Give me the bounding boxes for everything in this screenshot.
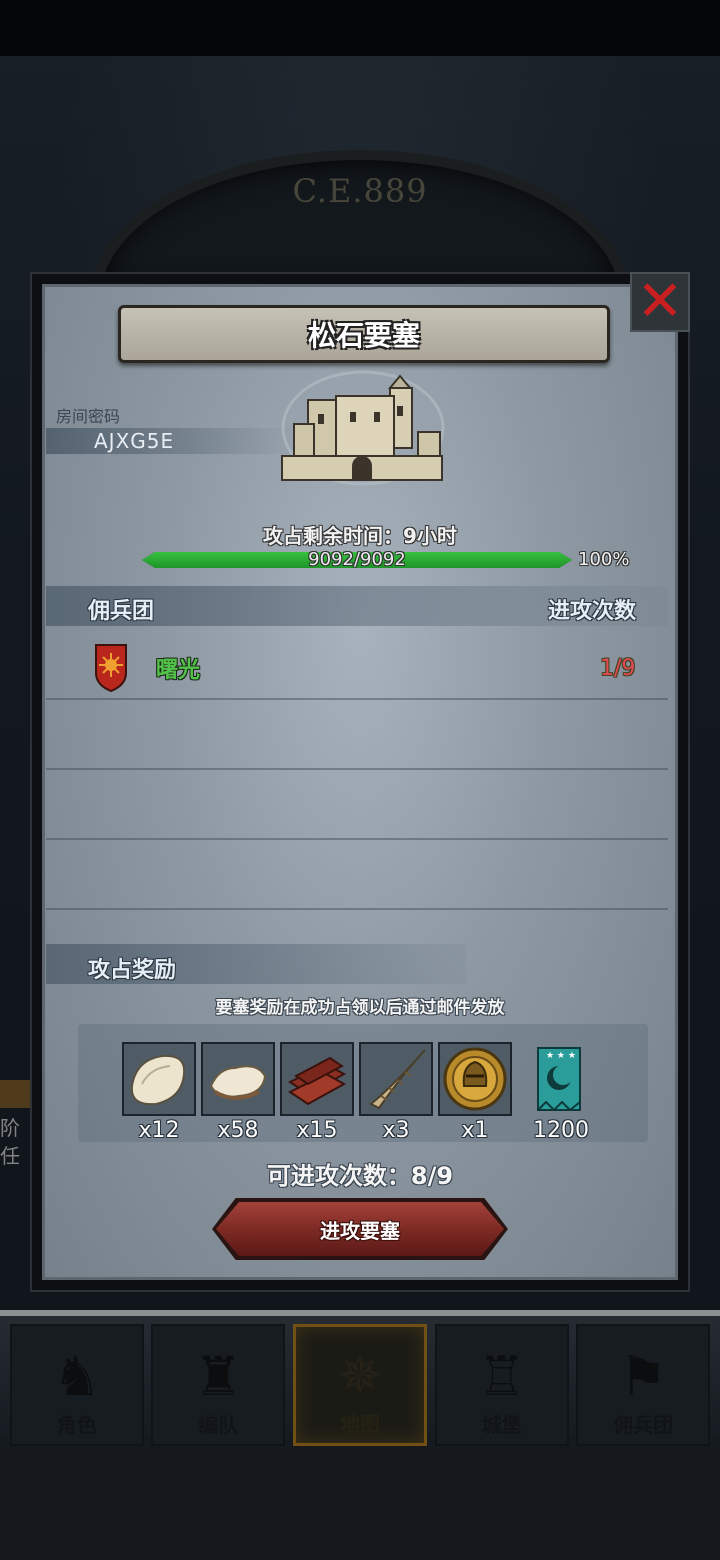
reward-qty: x12 — [138, 1118, 180, 1143]
row-divider — [46, 768, 668, 770]
fortress-title: 松石要塞 — [307, 319, 420, 352]
horn-icon — [369, 1049, 426, 1110]
close-button[interactable]: ✕ — [630, 272, 690, 332]
reward-header: 攻占奖励 — [88, 958, 177, 983]
reward-qty: x15 — [296, 1118, 338, 1143]
room-code-value[interactable]: AJXG5E — [94, 428, 174, 454]
guild-attack-count: 1/9 — [600, 656, 636, 681]
reward-slot[interactable] — [122, 1042, 196, 1116]
guild-banner-icon: ★ ★ ★ — [537, 1047, 581, 1112]
row-divider — [46, 698, 668, 700]
row-divider — [46, 838, 668, 840]
reward-slot[interactable]: ★ ★ ★ — [522, 1042, 596, 1116]
reward-qty: x1 — [461, 1118, 489, 1143]
reward-qty: x3 — [382, 1118, 410, 1143]
guild-shield-icon — [95, 644, 127, 693]
occupy-time-remaining: 攻占剩余时间：9小时 — [263, 524, 457, 548]
title-banner: 松石要塞 — [118, 305, 610, 363]
reward-qty: x58 — [217, 1118, 259, 1143]
guild-name[interactable]: 曙光 — [156, 652, 200, 684]
reward-slot[interactable] — [280, 1042, 354, 1116]
reward-note: 要塞奖励在成功占领以后通过邮件发放 — [215, 998, 505, 1018]
attack-fortress-button[interactable]: 进攻要塞 — [216, 1202, 504, 1256]
fortress-hp-percent: 100% — [578, 549, 630, 570]
attacks-remaining: 可进攻次数：8/9 — [266, 1162, 454, 1190]
reward-slot[interactable] — [201, 1042, 275, 1116]
wood-planks-icon — [288, 1056, 347, 1106]
bottom-bar — [0, 1446, 720, 1560]
castle-image — [281, 370, 445, 486]
attack-button-label: 进攻要塞 — [320, 1218, 400, 1243]
status-bar — [0, 0, 720, 56]
close-icon: ✕ — [636, 269, 684, 334]
fur-pelt-icon — [130, 1054, 186, 1106]
reward-slot[interactable] — [359, 1042, 433, 1116]
room-code-label: 房间密码 — [56, 407, 121, 426]
reward-slot[interactable] — [438, 1042, 512, 1116]
reward-qty: 1200 — [533, 1118, 589, 1143]
wool-icon — [209, 1065, 267, 1100]
fortress-hp-text: 9092/9092 — [308, 549, 406, 570]
header-attack-count: 进攻次数 — [548, 599, 637, 624]
svg-text:★ ★ ★: ★ ★ ★ — [546, 1051, 576, 1061]
row-divider — [46, 908, 668, 910]
header-mercenary: 佣兵团 — [88, 599, 155, 624]
knight-helmet-medal-icon — [443, 1047, 507, 1111]
